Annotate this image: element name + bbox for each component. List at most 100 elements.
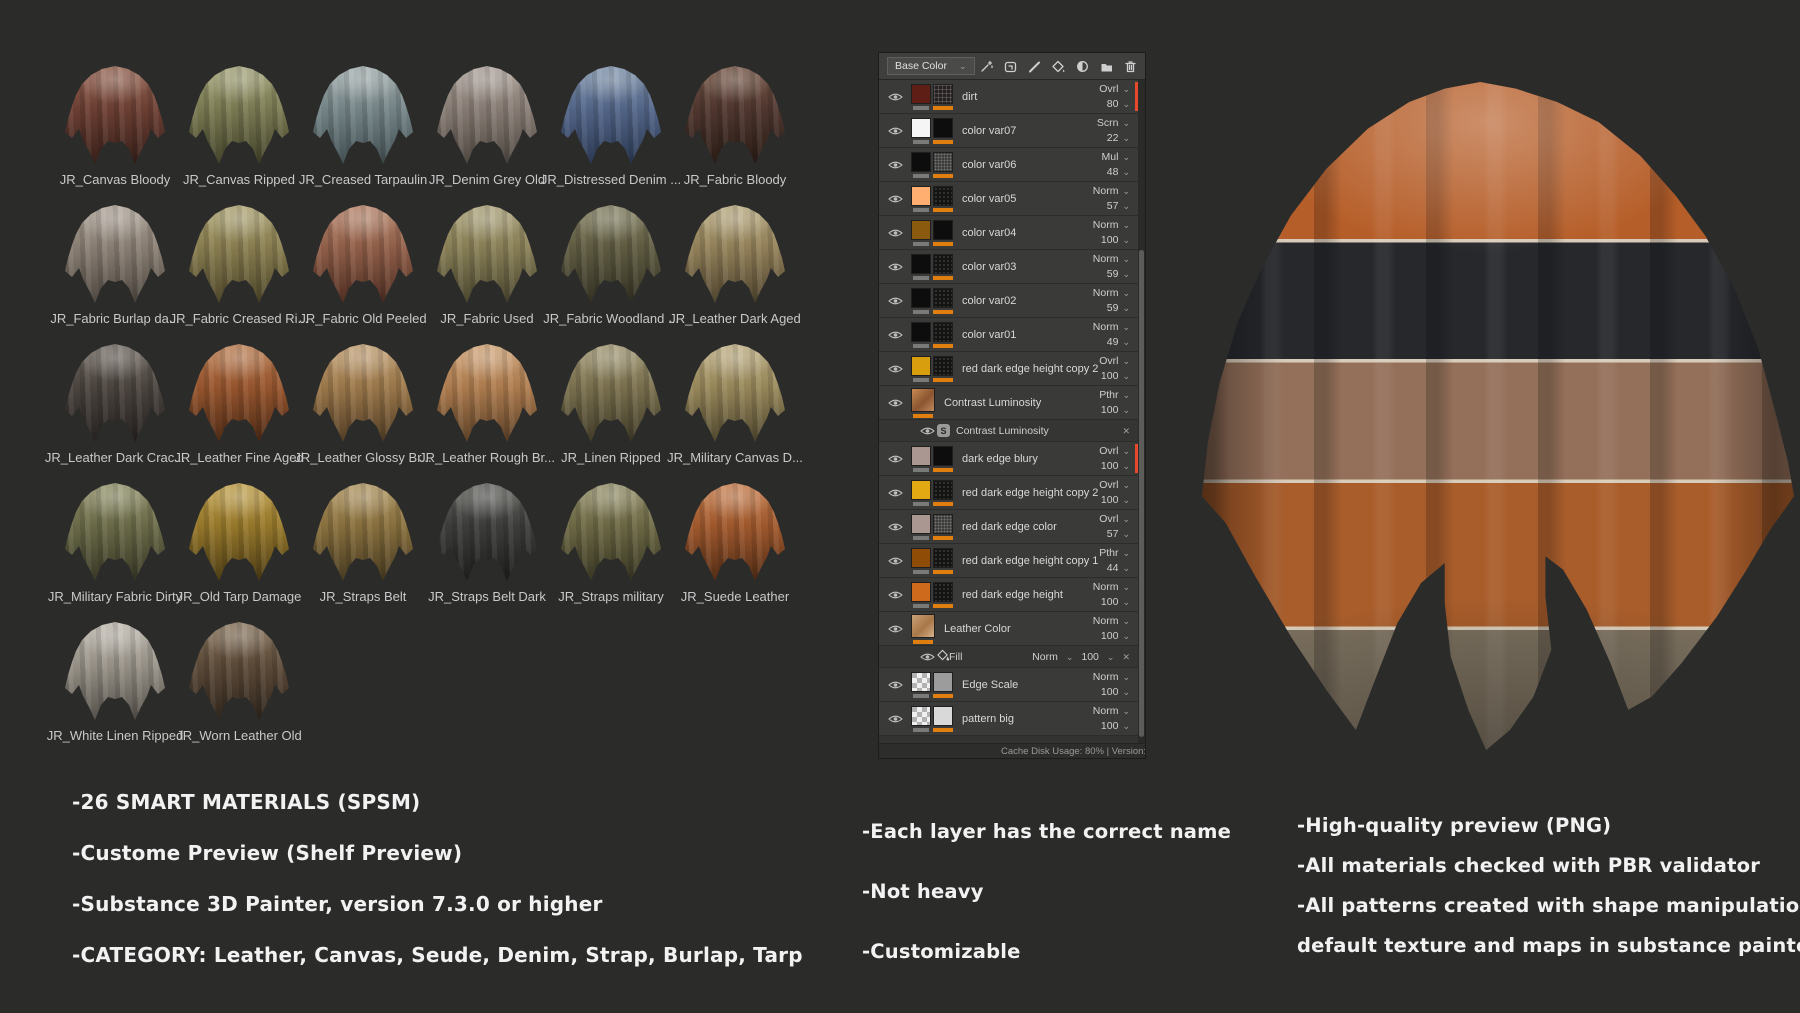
material-item[interactable]: JR_Leather Fine Aged xyxy=(177,342,301,481)
blend-mode-dropdown[interactable]: Norm xyxy=(1093,671,1130,683)
visibility-eye-icon[interactable] xyxy=(879,454,911,464)
blend-mode-dropdown[interactable]: Ovrl xyxy=(1099,513,1130,525)
trash-icon[interactable] xyxy=(1123,59,1137,73)
material-thumbnail[interactable] xyxy=(313,203,413,303)
layer-mask-thumbnail[interactable] xyxy=(933,84,953,104)
blend-mode-dropdown[interactable]: Mul xyxy=(1102,151,1130,163)
material-thumbnail[interactable] xyxy=(561,203,661,303)
opacity-dropdown[interactable]: 100 xyxy=(1101,720,1130,732)
material-item[interactable]: JR_Military Fabric Dirty xyxy=(53,481,177,620)
layer-mask-thumbnail[interactable] xyxy=(933,220,953,240)
layer-row[interactable]: red dark edge height copy 1Pthr44 xyxy=(879,544,1138,578)
layer-row[interactable]: color var05Norm57 xyxy=(879,182,1138,216)
material-thumbnail[interactable] xyxy=(65,481,165,581)
opacity-dropdown[interactable]: 100 xyxy=(1101,234,1130,246)
layer-row[interactable]: dirtOvrl80 xyxy=(879,80,1138,114)
material-item[interactable]: JR_Leather Rough Br... xyxy=(425,342,549,481)
material-thumbnail[interactable] xyxy=(189,481,289,581)
layer-content-thumbnail[interactable] xyxy=(911,186,931,206)
material-thumbnail[interactable] xyxy=(685,481,785,581)
scrollbar-thumb[interactable] xyxy=(1139,250,1144,737)
blend-mode-dropdown[interactable]: Norm xyxy=(1093,705,1130,717)
blend-mode-dropdown[interactable]: Ovrl xyxy=(1099,355,1130,367)
material-thumbnail[interactable] xyxy=(685,342,785,442)
blend-mode-dropdown[interactable]: Norm xyxy=(1093,253,1130,265)
blend-mode-dropdown[interactable]: Ovrl xyxy=(1099,479,1130,491)
opacity-dropdown[interactable]: 48 xyxy=(1107,166,1130,178)
material-item[interactable]: JR_Fabric Creased Ri... xyxy=(177,203,301,342)
blend-mode-dropdown[interactable]: Norm xyxy=(1093,581,1130,593)
visibility-eye-icon[interactable] xyxy=(879,126,911,136)
layer-content-thumbnail[interactable] xyxy=(911,118,931,138)
blend-mode-dropdown[interactable]: Pthr xyxy=(1099,547,1130,559)
opacity-dropdown[interactable]: 59 xyxy=(1107,268,1130,280)
material-thumbnail[interactable] xyxy=(189,342,289,442)
fill-bucket-icon[interactable] xyxy=(1051,59,1065,73)
blend-mode-dropdown[interactable]: Ovrl xyxy=(1099,445,1130,457)
visibility-eye-icon[interactable] xyxy=(879,522,911,532)
layer-row[interactable]: red dark edge height copy 2Ovrl100 xyxy=(879,352,1138,386)
layer-mask-thumbnail[interactable] xyxy=(933,254,953,274)
visibility-eye-icon[interactable] xyxy=(879,194,911,204)
opacity-dropdown[interactable]: 100 xyxy=(1101,370,1130,382)
opacity-dropdown[interactable]: 100 xyxy=(1101,596,1130,608)
material-item[interactable]: JR_Fabric Burlap da... xyxy=(53,203,177,342)
layer-row[interactable]: color var03Norm59 xyxy=(879,250,1138,284)
opacity-dropdown[interactable]: 22 xyxy=(1107,132,1130,144)
layer-row[interactable]: color var01Norm49 xyxy=(879,318,1138,352)
material-item[interactable]: JR_Straps Belt Dark xyxy=(425,481,549,620)
material-thumbnail[interactable] xyxy=(437,203,537,303)
material-item[interactable]: JR_Suede Leather xyxy=(673,481,797,620)
layer-content-thumbnail[interactable] xyxy=(911,514,931,534)
layer-row[interactable]: red dark edge height copy 2Ovrl100 xyxy=(879,476,1138,510)
opacity-dropdown[interactable]: 57 xyxy=(1107,528,1130,540)
layer-row[interactable]: Leather ColorNorm100 xyxy=(879,612,1138,646)
visibility-eye-icon[interactable] xyxy=(879,296,911,306)
brush-icon[interactable] xyxy=(1027,59,1041,73)
layer-mask-thumbnail[interactable] xyxy=(933,480,953,500)
visibility-eye-icon[interactable] xyxy=(879,92,911,102)
blend-mode-dropdown[interactable]: Norm xyxy=(1093,219,1130,231)
blend-mode-dropdown[interactable]: Ovrl xyxy=(1099,83,1130,95)
material-item[interactable]: JR_Straps military xyxy=(549,481,673,620)
layer-row[interactable]: color var07Scrn22 xyxy=(879,114,1138,148)
material-thumbnail[interactable] xyxy=(65,620,165,720)
blend-mode-dropdown[interactable]: Norm xyxy=(1093,615,1130,627)
close-icon[interactable] xyxy=(1122,651,1130,663)
visibility-eye-icon[interactable] xyxy=(879,330,911,340)
opacity-dropdown[interactable]: 80 xyxy=(1107,98,1130,110)
layer-mask-thumbnail[interactable] xyxy=(933,514,953,534)
visibility-eye-icon[interactable] xyxy=(917,426,937,436)
material-thumbnail[interactable] xyxy=(313,342,413,442)
layer-row[interactable]: Edge ScaleNorm100 xyxy=(879,668,1138,702)
layer-content-thumbnail[interactable] xyxy=(911,356,931,376)
opacity-value[interactable]: 100 xyxy=(1081,651,1099,663)
opacity-dropdown[interactable]: 100 xyxy=(1101,494,1130,506)
blend-mode-dropdown[interactable]: Pthr xyxy=(1099,389,1130,401)
material-item[interactable]: JR_Canvas Bloody xyxy=(53,64,177,203)
opacity-dropdown[interactable]: 100 xyxy=(1101,686,1130,698)
blend-mode-dropdown[interactable]: Norm xyxy=(1093,321,1130,333)
opacity-dropdown[interactable]: 57 xyxy=(1107,200,1130,212)
material-thumbnail[interactable] xyxy=(189,203,289,303)
layer-mask-thumbnail[interactable] xyxy=(933,322,953,342)
material-item[interactable]: JR_Old Tarp Damage xyxy=(177,481,301,620)
magic-wand-icon[interactable] xyxy=(979,59,993,73)
channel-filter-dropdown[interactable]: Base Color xyxy=(887,57,975,75)
blend-mode-dropdown[interactable]: Scrn xyxy=(1097,117,1130,129)
material-item[interactable]: JR_Fabric Used xyxy=(425,203,549,342)
visibility-eye-icon[interactable] xyxy=(879,624,911,634)
material-thumbnail[interactable] xyxy=(437,342,537,442)
layer-content-thumbnail[interactable] xyxy=(911,152,931,172)
layer-row[interactable]: Contrast LuminosityPthr100 xyxy=(879,386,1138,420)
opacity-dropdown[interactable]: 100 xyxy=(1101,460,1130,472)
layer-row[interactable]: color var04Norm100 xyxy=(879,216,1138,250)
close-icon[interactable] xyxy=(1122,425,1130,437)
material-item[interactable]: JR_Linen Ripped xyxy=(549,342,673,481)
material-item[interactable]: JR_Leather Dark Aged xyxy=(673,203,797,342)
material-item[interactable]: JR_Military Canvas D... xyxy=(673,342,797,481)
material-thumbnail[interactable] xyxy=(189,620,289,720)
opacity-dropdown[interactable]: 59 xyxy=(1107,302,1130,314)
layer-content-thumbnail[interactable] xyxy=(911,220,931,240)
layer-row[interactable]: red dark edge heightNorm100 xyxy=(879,578,1138,612)
